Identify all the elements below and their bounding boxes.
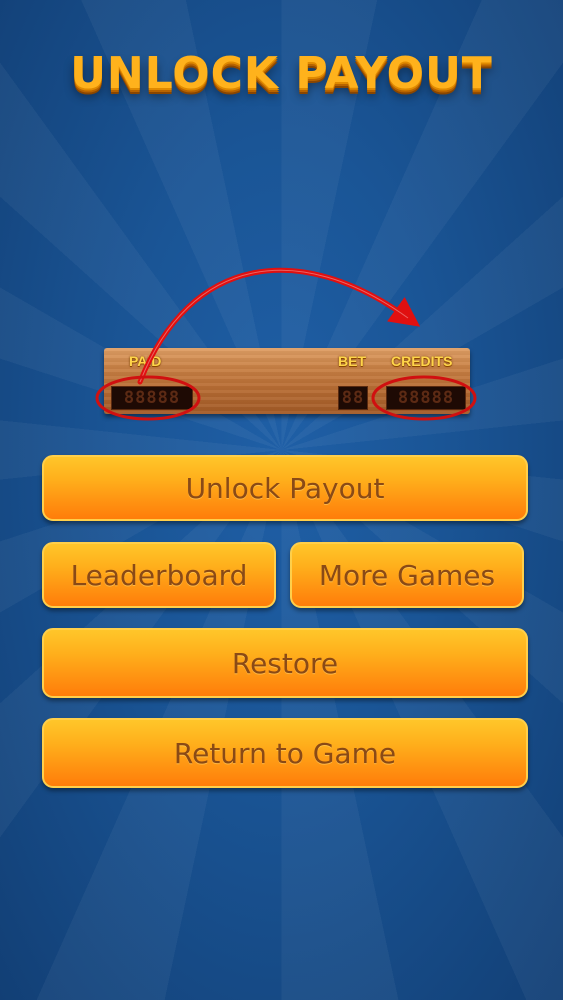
restore-button[interactable]: Restore	[42, 628, 528, 698]
highlight-ellipse-icon	[371, 375, 477, 421]
curved-arrow-icon	[137, 267, 421, 385]
more-games-button[interactable]: More Games	[290, 542, 524, 608]
highlight-ellipse-icon	[95, 375, 201, 421]
unlock-payout-button[interactable]: Unlock Payout	[42, 455, 528, 521]
leaderboard-button[interactable]: Leaderboard	[42, 542, 276, 608]
return-to-game-button[interactable]: Return to Game	[42, 718, 528, 788]
